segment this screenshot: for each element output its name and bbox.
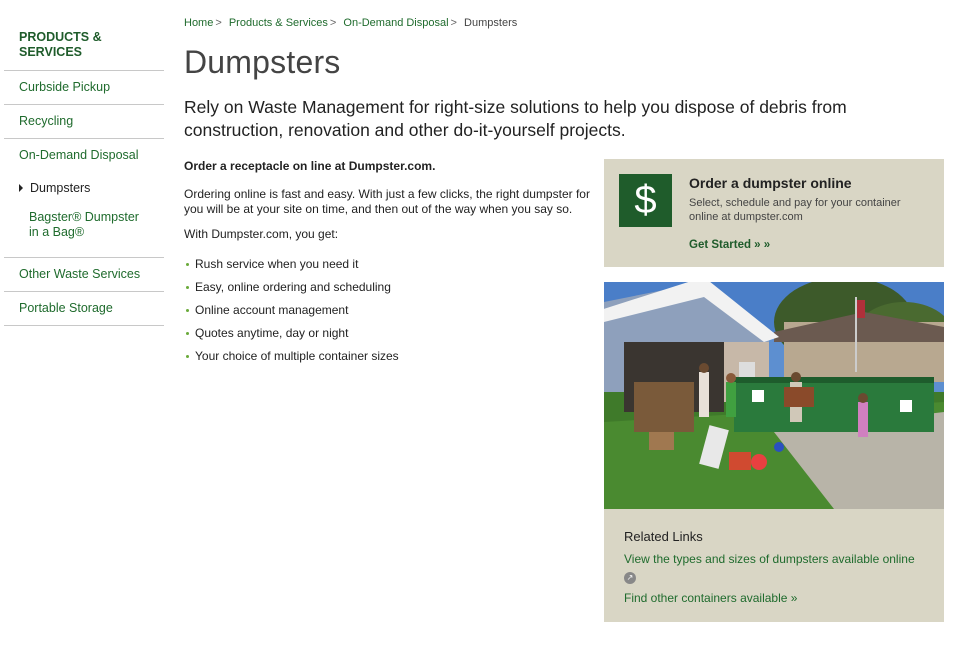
breadcrumb-current: Dumpsters — [464, 17, 518, 29]
external-link-icon[interactable]: ↗ — [624, 572, 636, 584]
list-item-text: Quotes anytime, day or night — [195, 326, 349, 340]
breadcrumb-separator: > — [215, 17, 222, 29]
list-item-text: Online account management — [195, 303, 349, 317]
sidebar-item-recycling[interactable]: Recycling — [4, 105, 164, 139]
dollar-icon: $ — [619, 174, 672, 227]
sidebar-item-label: Dumpsters — [30, 181, 91, 195]
promo-title: Order a dumpster online — [689, 175, 852, 191]
dumpster-photo — [604, 282, 944, 509]
bullet-icon — [186, 286, 189, 289]
dumpster-scene-image — [604, 282, 944, 509]
breadcrumb-disposal[interactable]: On-Demand Disposal — [343, 17, 448, 29]
breadcrumb-separator: > — [329, 17, 337, 29]
list-item-text: Your choice of multiple container sizes — [195, 349, 399, 363]
dumpster-types-link[interactable]: View the types and sizes of dumpsters av… — [624, 552, 924, 567]
sidebar-heading[interactable]: PRODUCTS & SERVICES — [4, 26, 164, 71]
breadcrumb-home[interactable]: Home — [184, 17, 213, 29]
sidebar-item-curbside-pickup[interactable]: Curbside Pickup — [4, 71, 164, 105]
order-online-promo: $ Order a dumpster online Select, schedu… — [604, 159, 944, 267]
list-item-text: Rush service when you need it — [195, 257, 359, 271]
bullet-icon — [186, 355, 189, 358]
list-item-text: Easy, online ordering and scheduling — [195, 280, 391, 294]
sidebar-nav: PRODUCTS & SERVICES Curbside Pickup Recy… — [4, 26, 164, 326]
bullet-icon — [186, 332, 189, 335]
sidebar-item-on-demand-disposal[interactable]: On-Demand Disposal — [4, 139, 164, 172]
promo-description: Select, schedule and pay for your contai… — [689, 197, 901, 223]
other-containers-link[interactable]: Find other containers available » — [624, 591, 924, 606]
body-paragraph: With Dumpster.com, you get: — [184, 227, 339, 241]
related-links-title: Related Links — [624, 529, 703, 544]
sidebar-item-dumpsters[interactable]: Dumpsters — [4, 172, 164, 202]
related-links-panel: Related Links View the types and sizes o… — [604, 509, 944, 622]
page-title: Dumpsters — [184, 44, 341, 80]
list-item: Quotes anytime, day or night — [184, 326, 594, 341]
breadcrumb-products[interactable]: Products & Services — [229, 17, 328, 29]
body-paragraph: Ordering online is fast and easy. With j… — [184, 187, 590, 216]
list-item: Online account management — [184, 303, 594, 318]
lead-text: Order a receptacle on line at Dumpster.c… — [184, 159, 436, 173]
bullet-icon — [186, 309, 189, 312]
sidebar-item-other-waste-services[interactable]: Other Waste Services — [4, 258, 164, 292]
breadcrumb-separator: > — [450, 17, 457, 29]
main-content: Order a receptacle on line at Dumpster.c… — [184, 159, 594, 372]
breadcrumb: Home > Products & Services > On-Demand Dis… — [184, 17, 517, 29]
list-item: Rush service when you need it — [184, 257, 594, 272]
sidebar-item-portable-storage[interactable]: Portable Storage — [4, 292, 164, 326]
bullet-icon — [186, 263, 189, 266]
page-intro: Rely on Waste Management for right-size … — [184, 97, 847, 140]
list-item: Easy, online ordering and scheduling — [184, 280, 594, 295]
benefits-list: Rush service when you need it Easy, onli… — [184, 257, 594, 364]
get-started-link[interactable]: Get Started » » — [689, 239, 770, 251]
list-item: Your choice of multiple container sizes — [184, 349, 594, 364]
sidebar-item-bagster[interactable]: Bagster® Dumpster in a Bag® — [4, 202, 164, 258]
triangle-right-icon — [19, 184, 23, 192]
